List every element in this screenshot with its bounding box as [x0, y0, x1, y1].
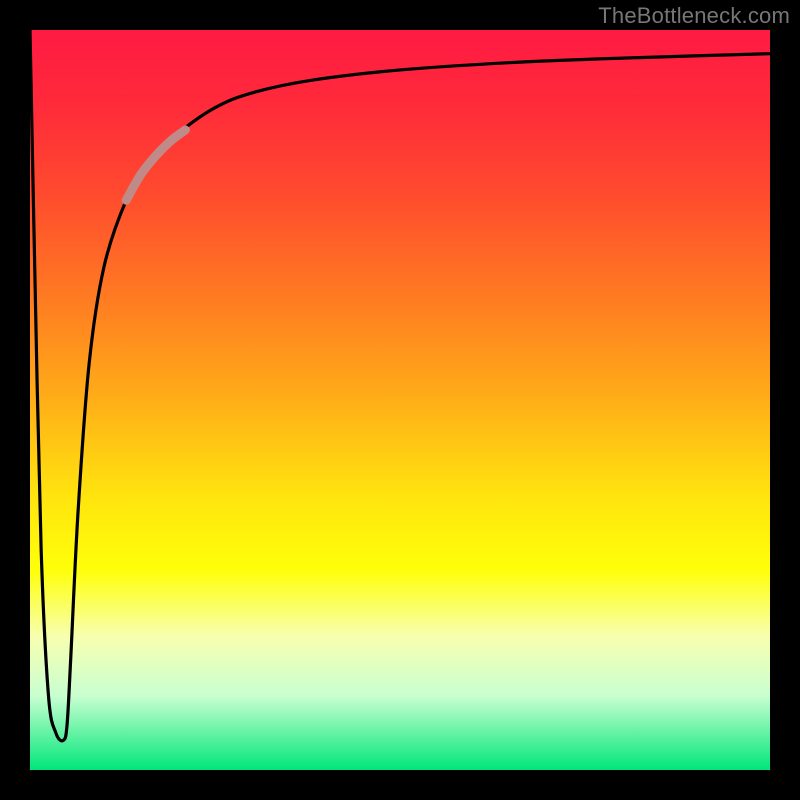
attribution-text: TheBottleneck.com: [598, 3, 790, 29]
curve-main: [30, 30, 770, 741]
curve-svg: [30, 30, 770, 770]
plot-area: [30, 30, 770, 770]
chart-frame: TheBottleneck.com: [0, 0, 800, 800]
highlight-segment: [126, 130, 185, 200]
